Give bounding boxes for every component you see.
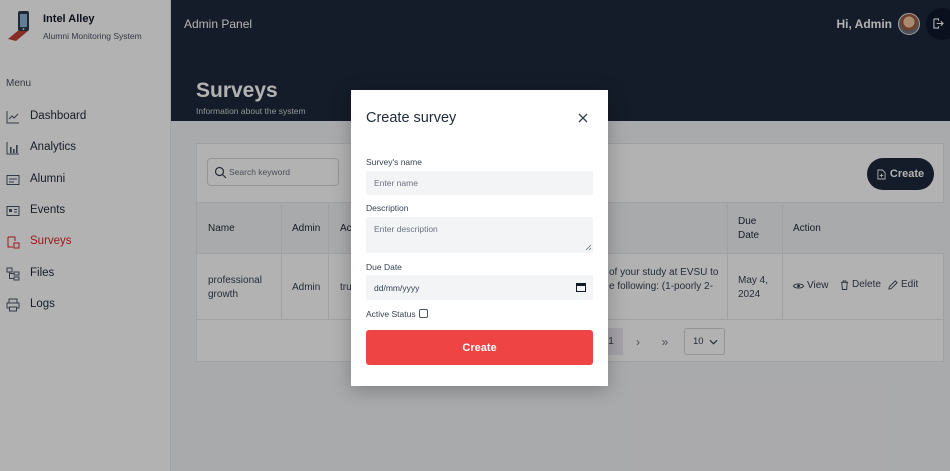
survey-name-input[interactable]: [366, 171, 593, 195]
active-status-checkbox[interactable]: [419, 309, 428, 318]
due-date-placeholder: dd/mm/yyyy: [374, 283, 420, 293]
calendar-icon[interactable]: [576, 282, 586, 292]
close-icon[interactable]: [576, 111, 590, 125]
due-date-label: Due Date: [366, 262, 402, 272]
create-survey-modal: Create survey Survey's name Description …: [351, 90, 608, 386]
resize-grip-icon[interactable]: [585, 244, 592, 251]
description-label: Description: [366, 203, 409, 213]
description-textarea[interactable]: [366, 217, 593, 253]
create-button[interactable]: Create: [366, 330, 593, 365]
active-status-label: Active Status: [366, 309, 416, 319]
survey-name-label: Survey's name: [366, 157, 422, 167]
modal-title: Create survey: [366, 110, 457, 126]
